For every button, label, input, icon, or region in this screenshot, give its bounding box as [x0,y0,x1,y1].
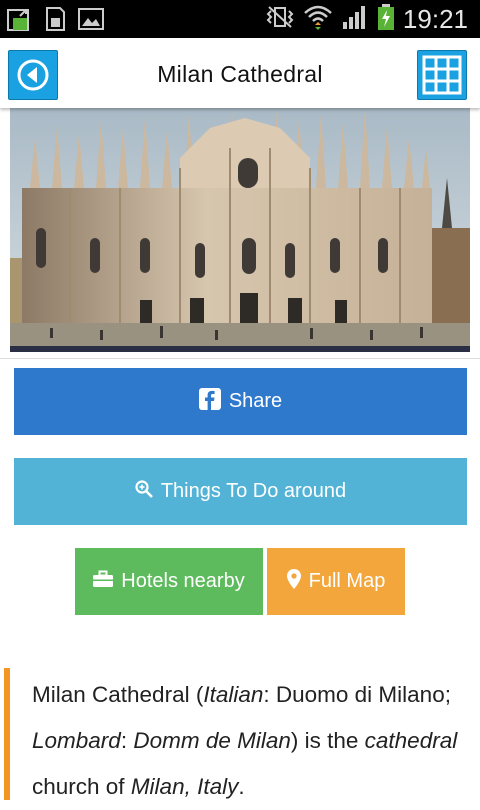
status-right-icons: 19:21 [265,0,468,38]
back-arrow-icon [9,59,57,103]
cathedral-photo[interactable] [10,108,470,352]
description-block: Milan Cathedral (Italian: Duomo di Milan… [0,668,480,800]
desc-part: ) is the [290,728,365,753]
app-header: Milan Cathedral [0,38,480,108]
grid-icon [418,55,466,103]
page-title: Milan Cathedral [157,61,323,87]
signal-icon [341,4,369,35]
desc-link-lombard[interactable]: Lombard [32,728,121,753]
status-left-icons [6,6,104,32]
desc-part: . [238,774,245,799]
wifi-icon [303,3,333,36]
desc-name-lombard: Domm de Milan [133,728,291,753]
briefcase-icon [93,570,114,594]
desc-link-milan[interactable]: Milan, Italy [131,774,239,799]
hotels-nearby-button[interactable]: Hotels nearby [75,548,263,615]
status-bar: 19:21 [0,0,480,38]
things-to-do-button[interactable]: Things To Do around [14,458,467,525]
desc-part: Milan Cathedral ( [32,682,204,707]
photo-frame [0,108,480,359]
description-text: Milan Cathedral (Italian: Duomo di Milan… [32,672,472,810]
upload-icon [6,6,32,32]
grid-menu-button[interactable] [417,50,467,100]
sd-card-icon [42,6,68,32]
desc-link-cathedral[interactable]: cathedral [365,728,458,753]
things-to-do-label: Things To Do around [160,480,347,502]
battery-icon [377,3,395,36]
back-button[interactable] [8,50,58,100]
facebook-icon [198,387,221,416]
share-button[interactable]: Share [14,368,467,435]
map-marker-icon [286,568,301,595]
full-map-label: Full Map [308,570,386,592]
desc-part: church of [32,774,131,799]
desc-part: : [120,728,134,753]
zoom-search-icon [135,479,153,504]
description-accent-bar [4,668,10,800]
vibrate-icon [265,5,295,34]
desc-link-italian[interactable]: Italian [203,682,263,707]
status-time: 19:21 [402,3,468,34]
full-map-button[interactable]: Full Map [267,548,405,615]
hotels-nearby-label: Hotels nearby [121,570,245,592]
image-icon [78,6,104,32]
desc-part: : Duomo di Milano; [263,682,451,707]
share-label: Share [228,390,283,412]
